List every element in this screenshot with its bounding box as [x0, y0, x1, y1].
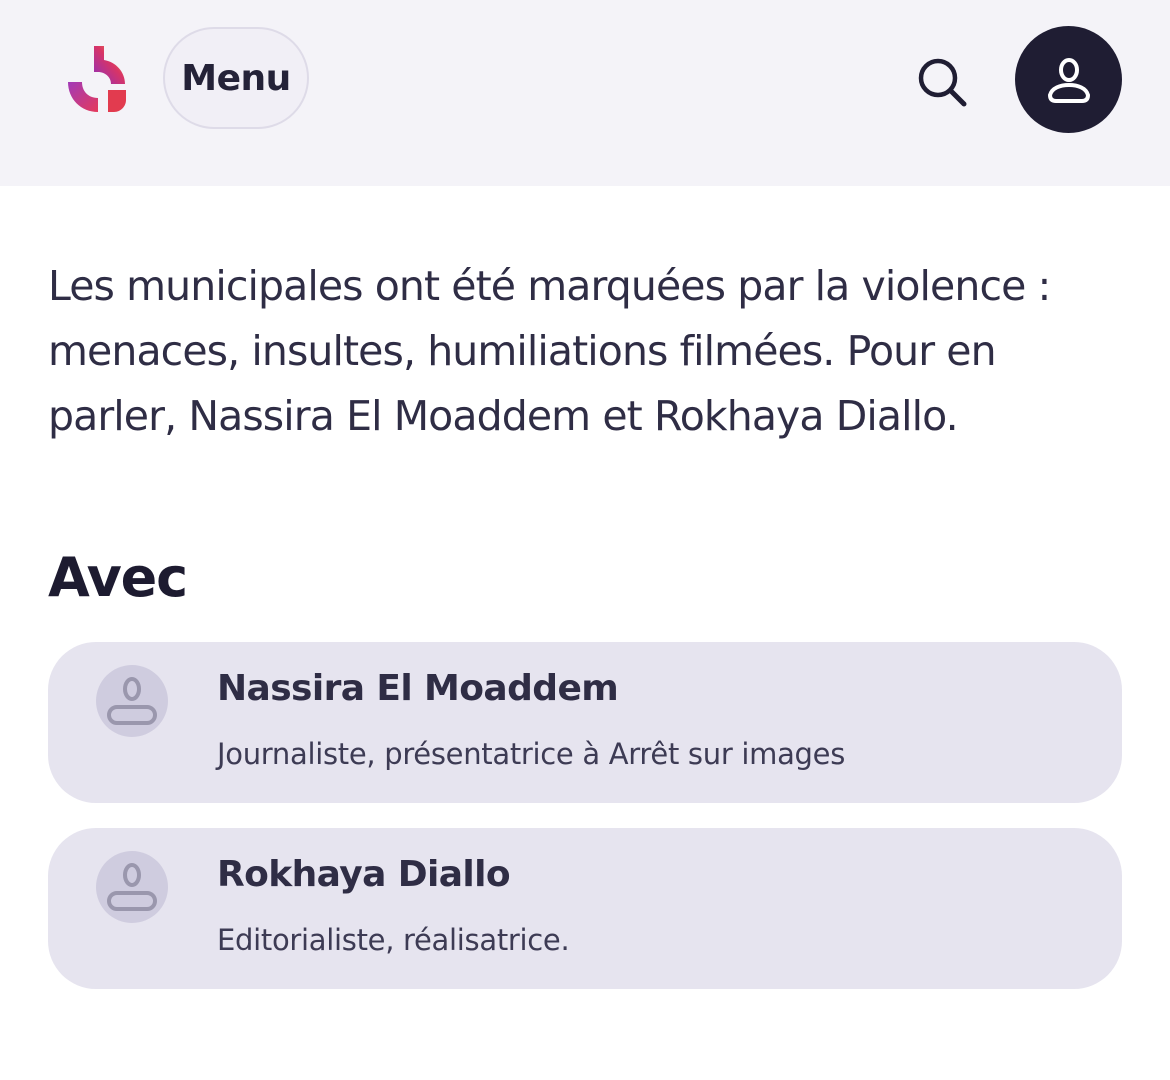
episode-description: Les municipales ont été marquées par la …	[48, 262, 1051, 440]
search-button[interactable]	[910, 50, 974, 114]
guest-card[interactable]: Rokhaya Diallo Editorialiste, réalisatri…	[48, 828, 1122, 989]
user-placeholder-icon	[107, 863, 157, 911]
guest-role: Editorialiste, réalisatrice.	[217, 923, 570, 957]
account-button[interactable]	[1015, 26, 1122, 133]
menu-button-label: Menu	[181, 57, 291, 99]
search-icon	[918, 58, 967, 107]
guests-section-title: Avec	[48, 546, 188, 609]
brand-logo-icon[interactable]	[64, 42, 130, 116]
avatar	[96, 665, 168, 737]
top-bar: Menu	[0, 0, 1170, 186]
guest-name: Nassira El Moaddem	[217, 668, 619, 709]
user-placeholder-icon	[107, 677, 157, 725]
guest-name: Rokhaya Diallo	[217, 854, 511, 895]
guest-role: Journaliste, présentatrice à Arrêt sur i…	[217, 737, 845, 771]
user-icon	[1047, 57, 1090, 103]
avatar	[96, 851, 168, 923]
guest-card[interactable]: Nassira El Moaddem Journaliste, présenta…	[48, 642, 1122, 803]
menu-button[interactable]: Menu	[163, 27, 309, 129]
